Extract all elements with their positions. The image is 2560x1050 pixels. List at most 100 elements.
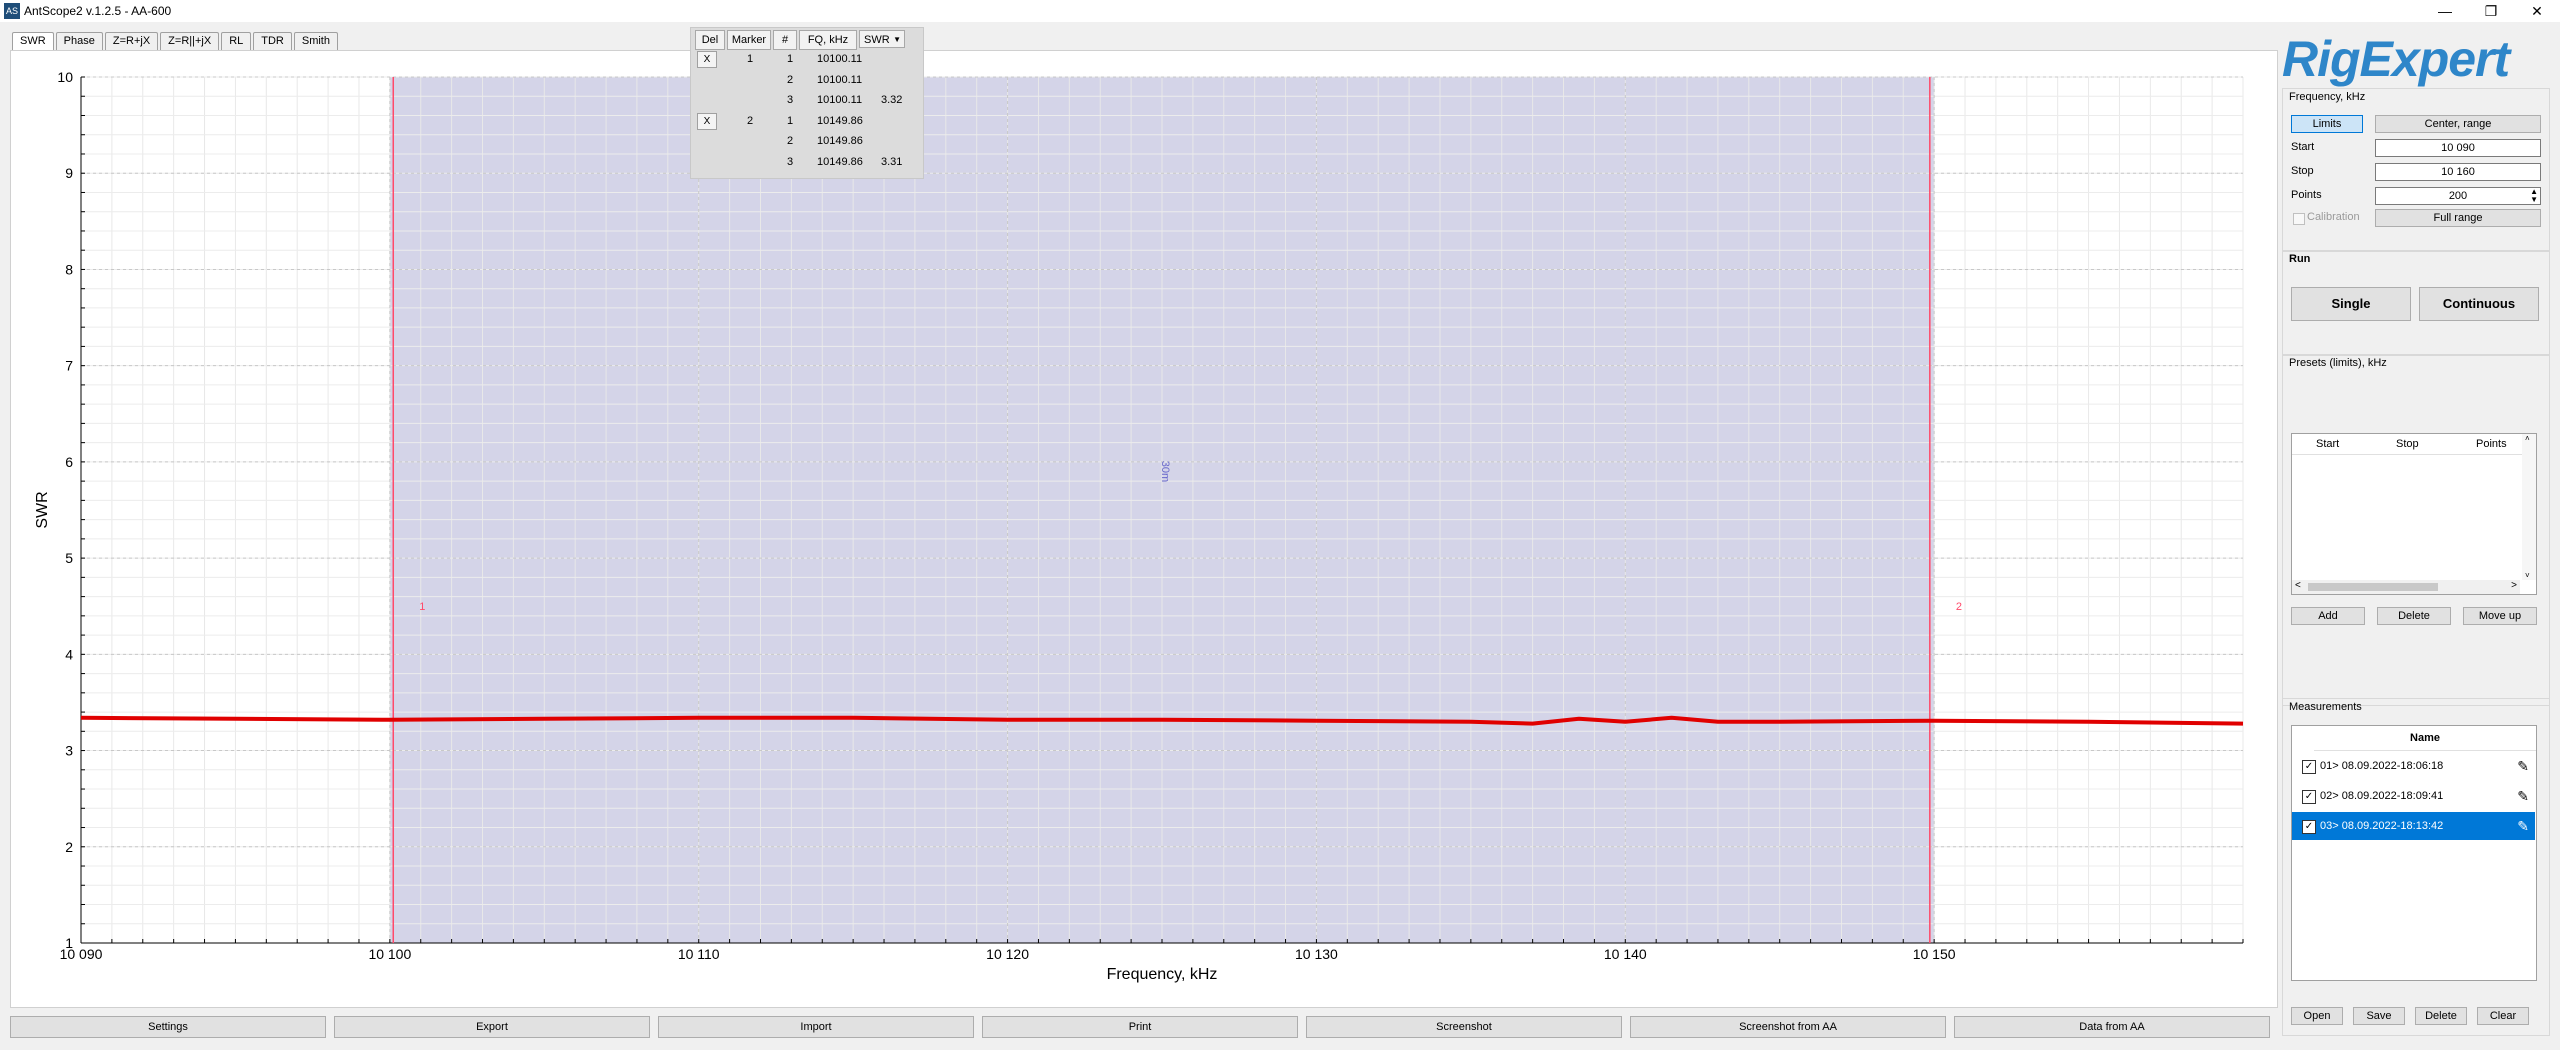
x-tick-label: 10 120 [986,946,1029,962]
spin-arrows-icon[interactable]: ▲ ▼ [2530,188,2538,204]
logo-text: RigExpert [2282,31,2513,87]
stop-input[interactable]: 10 160 [2375,163,2541,181]
x-tick-label: 10 100 [368,946,411,962]
y-tick-label: 2 [65,839,73,855]
marker-cell-marker: 1 [747,53,754,65]
measurement-name: 03> 08.09.2022-18:13:42 [2320,820,2444,832]
close-button[interactable]: ✕ [2514,0,2560,22]
window-title: AntScope2 v.1.2.5 - AA-600 [24,4,172,18]
presets-group-title: Presets (limits), kHz [2289,357,2387,369]
continuous-button[interactable]: Continuous [2419,287,2539,321]
measurement-checkbox[interactable]: ✓ [2302,820,2316,834]
bottom-toolbar: Settings Export Import Print Screenshot … [10,1016,2276,1038]
chevron-down-icon[interactable]: ˅ [2525,571,2530,580]
add-preset-button[interactable]: Add [2291,607,2365,625]
single-button[interactable]: Single [2291,287,2411,321]
presets-col-points[interactable]: Points [2476,438,2507,450]
export-button[interactable]: Export [334,1016,650,1038]
tab-tdr[interactable]: TDR [253,32,292,50]
right-panel: RigExpert Frequency, kHz Limits Center, … [2278,22,2560,1050]
measurement-checkbox[interactable]: ✓ [2302,790,2316,804]
marker-cell-fq: 10149.86 [817,114,863,127]
delete-measurement-button[interactable]: Delete [2415,1007,2467,1025]
delete-marker-button[interactable]: X [697,112,717,130]
measurement-checkbox[interactable]: ✓ [2302,760,2316,774]
tab-swr[interactable]: SWR [12,32,54,50]
full-range-button[interactable]: Full range [2375,209,2541,227]
y-tick-label: 5 [65,550,73,566]
marker-table-header-fq[interactable]: FQ, kHz [799,30,857,50]
minimize-button[interactable]: — [2422,0,2468,22]
clear-button[interactable]: Clear [2477,1007,2529,1025]
edit-pencil-icon[interactable]: ✎ [2517,782,2529,810]
edit-pencil-icon[interactable]: ✎ [2517,812,2529,840]
presets-group: Presets (limits), kHz Start Stop Points … [2282,354,2550,706]
marker-cell-n: 1 [787,114,794,127]
rigexpert-logo: RigExpert [2282,31,2514,87]
center-range-button[interactable]: Center, range [2375,115,2541,133]
marker-cell-fq: 10100.11 [817,73,863,86]
band-label: 30m [1159,461,1171,482]
open-button[interactable]: Open [2291,1007,2343,1025]
points-value: 200 [2448,190,2468,202]
marker-label: 1 [419,601,425,613]
tab-rl[interactable]: RL [221,32,252,50]
y-tick-label: 9 [65,165,73,181]
chevron-right-icon[interactable]: > [2511,580,2517,591]
points-spinbox[interactable]: 200 ▲ ▼ [2375,187,2541,205]
marker-cell-n: 3 [787,94,794,106]
marker-cell-marker: 2 [747,114,754,127]
chart-tabs: SWR Phase Z=R+jX Z=R||+jX RL TDR Smith [12,32,340,50]
x-tick-label: 10 140 [1604,946,1647,962]
app-icon: AS [4,3,20,19]
chevron-up-icon[interactable]: ˄ [2525,434,2530,443]
marker-cell-fq: 10100.11 [817,94,863,106]
settings-button[interactable]: Settings [10,1016,326,1038]
measurements-col-name[interactable]: Name [2314,726,2536,751]
marker-table-header-del[interactable]: Del [695,30,725,50]
x-axis-label: Frequency, kHz [1107,966,1218,983]
horizontal-scrollbar[interactable]: < > [2292,580,2520,594]
screenshot-from-aa-button[interactable]: Screenshot from AA [1630,1016,1946,1038]
presets-col-start[interactable]: Start [2316,438,2339,450]
print-button[interactable]: Print [982,1016,1298,1038]
marker-table-header-marker[interactable]: Marker [727,30,771,50]
chevron-left-icon[interactable]: < [2295,580,2301,591]
screenshot-button[interactable]: Screenshot [1306,1016,1622,1038]
measurement-row[interactable]: ✓ 03> 08.09.2022-18:13:42 ✎ [2292,812,2535,840]
marker-table-header-swr-label: SWR [864,34,890,46]
marker-cell-fq: 10149.86 [817,155,863,168]
measurements-group: Measurements Name ✓ 01> 08.09.2022-18:06:… [2282,698,2550,1036]
measurement-row[interactable]: ✓ 02> 08.09.2022-18:09:41 ✎ [2292,782,2535,810]
presets-col-stop[interactable]: Stop [2396,438,2419,450]
stop-label: Stop [2291,165,2314,177]
tab-z-series[interactable]: Z=R+jX [104,32,159,50]
chevron-down-icon[interactable]: ▼ [893,31,901,49]
limits-button[interactable]: Limits [2291,115,2363,133]
measurements-table[interactable]: Name ✓ 01> 08.09.2022-18:06:18 ✎ ✓ 02> 08.09… [2291,725,2537,981]
measurement-row[interactable]: ✓ 01> 08.09.2022-18:06:18 ✎ [2292,752,2535,780]
start-input[interactable]: 10 090 [2375,139,2541,157]
y-tick-label: 7 [65,358,73,374]
calibration-checkbox[interactable] [2293,213,2305,225]
scrollbar-thumb[interactable] [2308,583,2438,591]
tab-smith[interactable]: Smith [293,32,338,50]
maximize-button[interactable]: ❐ [2468,0,2514,22]
import-button[interactable]: Import [658,1016,974,1038]
swr-chart-svg: 10 090 10 100 10 110 10 120 10 130 10 140 10 1… [34,69,2244,983]
start-label: Start [2291,141,2315,153]
marker-table-header-swr[interactable]: SWR ▼ [859,30,905,48]
move-up-preset-button[interactable]: Move up [2463,607,2537,625]
marker-table-header-index[interactable]: # [773,30,797,50]
delete-marker-button[interactable]: X [697,51,717,68]
swr-chart[interactable]: 10 090 10 100 10 110 10 120 10 130 10 140 10 1… [10,50,2278,1008]
vertical-scrollbar[interactable]: ˄ ˅ [2522,434,2536,580]
tab-z-parallel[interactable]: Z=R||+jX [160,32,220,50]
edit-pencil-icon[interactable]: ✎ [2517,752,2529,780]
y-tick-label: 4 [65,646,73,662]
presets-table[interactable]: Start Stop Points < > ˄ ˅ [2291,433,2537,595]
tab-phase[interactable]: Phase [55,32,103,50]
delete-preset-button[interactable]: Delete [2377,607,2451,625]
data-from-aa-button[interactable]: Data from AA [1954,1016,2270,1038]
save-button[interactable]: Save [2353,1007,2405,1025]
